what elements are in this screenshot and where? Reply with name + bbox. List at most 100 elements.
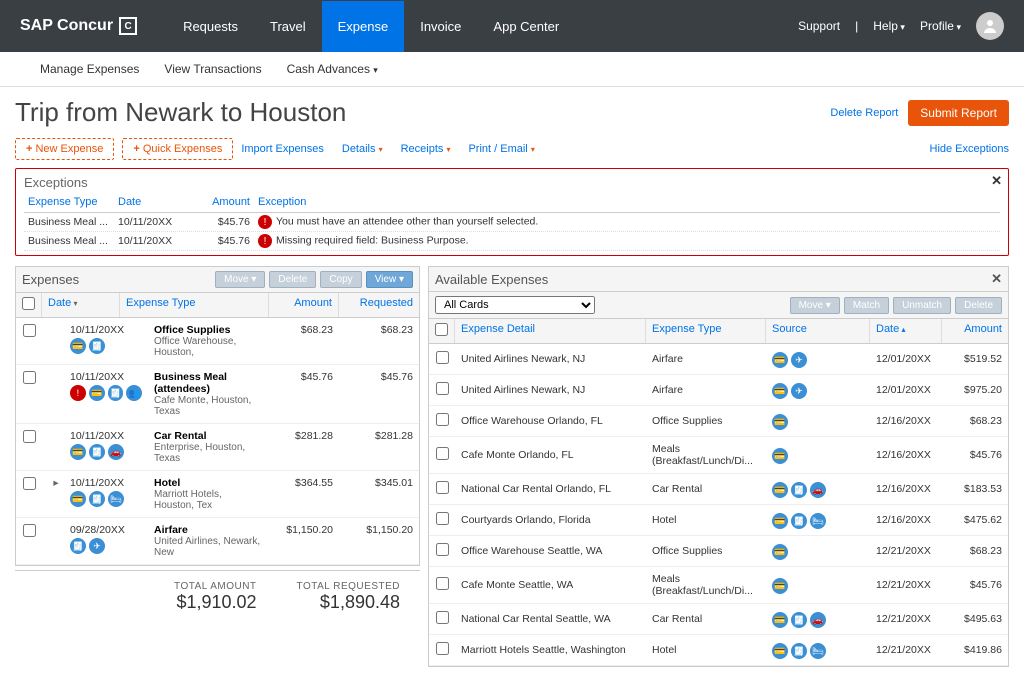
card-icon: 💳 xyxy=(70,338,86,354)
hide-exceptions-link[interactable]: Hide Exceptions xyxy=(930,143,1010,155)
header-expense-type[interactable]: Expense Type xyxy=(120,293,269,317)
header-source[interactable]: Source xyxy=(766,319,870,343)
bed-icon: 🛏 xyxy=(810,513,826,529)
header-amount[interactable]: Amount xyxy=(942,319,1008,343)
available-row[interactable]: National Car Rental Seattle, WA Car Rent… xyxy=(429,604,1008,635)
header-date[interactable]: Date xyxy=(876,323,899,335)
available-row[interactable]: Office Warehouse Seattle, WA Office Supp… xyxy=(429,536,1008,567)
available-row[interactable]: Cafe Monte Seattle, WA Meals (Breakfast/… xyxy=(429,567,1008,604)
header-requested[interactable]: Requested xyxy=(339,293,419,317)
submit-report-button[interactable]: Submit Report xyxy=(908,100,1009,126)
available-title: Available Expenses xyxy=(435,272,548,287)
row-checkbox[interactable] xyxy=(436,512,449,525)
toolbar-import-expenses[interactable]: Import Expenses xyxy=(241,143,324,155)
sub-nav: Manage Expenses View Transactions Cash Adv… xyxy=(0,52,1024,87)
total-requested-label: TOTAL REQUESTED xyxy=(297,581,400,592)
copy-button[interactable]: Copy xyxy=(320,271,361,288)
avatar-icon[interactable] xyxy=(976,12,1004,40)
nav-expense[interactable]: Expense xyxy=(322,1,405,52)
available-row[interactable]: Marriott Hotels Seattle, Washington Hote… xyxy=(429,635,1008,666)
header-expense-type[interactable]: Expense Type xyxy=(646,319,766,343)
delete-button[interactable]: Delete xyxy=(269,271,316,288)
row-checkbox[interactable] xyxy=(23,477,36,490)
nav-travel[interactable]: Travel xyxy=(254,1,322,52)
people-icon: 👥 xyxy=(126,385,142,401)
move-button[interactable]: Move ▾ xyxy=(215,271,265,288)
expense-row[interactable]: 09/28/20XX🧾✈ AirfareUnited Airlines, New… xyxy=(16,518,419,565)
expense-row[interactable]: ▸ 10/11/20XX💳🧾🛏 HotelMarriott Hotels, Ho… xyxy=(16,471,419,518)
col-amount[interactable]: Amount xyxy=(194,194,254,210)
row-checkbox[interactable] xyxy=(23,524,36,537)
new-expense-button[interactable]: + New Expense xyxy=(15,138,114,160)
expense-row[interactable]: 10/11/20XX!💳🧾👥 Business Meal (attendees)… xyxy=(16,365,419,424)
nav-app-center[interactable]: App Center xyxy=(477,1,575,52)
view-button[interactable]: View ▾ xyxy=(366,271,413,288)
subnav-manage-expenses[interactable]: Manage Expenses xyxy=(40,62,139,76)
receipt-icon: 🧾 xyxy=(89,491,105,507)
receipt-icon: 🧾 xyxy=(108,385,124,401)
select-all-checkbox[interactable] xyxy=(22,297,35,310)
card-icon: 💳 xyxy=(772,448,788,464)
receipt-icon: 🧾 xyxy=(791,513,807,529)
avail-match-button[interactable]: Match xyxy=(844,297,889,314)
header-detail[interactable]: Expense Detail xyxy=(455,319,646,343)
close-icon[interactable]: ✕ xyxy=(991,271,1002,287)
expense-row[interactable]: 10/11/20XX💳🧾🚗 Car RentalEnterprise, Hous… xyxy=(16,424,419,471)
toolbar-details[interactable]: Details ▾ xyxy=(342,143,383,155)
available-row[interactable]: Cafe Monte Orlando, FL Meals (Breakfast/… xyxy=(429,437,1008,474)
header-amount[interactable]: Amount xyxy=(269,293,339,317)
receipt-icon: 🧾 xyxy=(791,643,807,659)
row-checkbox[interactable] xyxy=(23,324,36,337)
available-header: Available Expenses ✕ xyxy=(428,266,1009,292)
row-checkbox[interactable] xyxy=(436,481,449,494)
top-right: Support | Help Profile xyxy=(798,12,1004,40)
row-checkbox[interactable] xyxy=(436,642,449,655)
expand-icon[interactable]: ▸ xyxy=(53,477,58,489)
nav-requests[interactable]: Requests xyxy=(167,1,254,52)
available-row[interactable]: Office Warehouse Orlando, FL Office Supp… xyxy=(429,406,1008,437)
card-filter-select[interactable]: All Cards xyxy=(435,296,595,314)
row-checkbox[interactable] xyxy=(436,351,449,364)
close-icon[interactable]: ✕ xyxy=(991,173,1002,189)
exception-row: Business Meal ...10/11/20XX$45.76!Missin… xyxy=(24,232,1000,251)
nav-invoice[interactable]: Invoice xyxy=(404,1,477,52)
exceptions-title: Exceptions xyxy=(24,175,1000,190)
row-checkbox[interactable] xyxy=(436,577,449,590)
available-row[interactable]: United Airlines Newark, NJ Airfare 💳✈ 12… xyxy=(429,344,1008,375)
profile-link[interactable]: Profile xyxy=(920,19,961,33)
support-link[interactable]: Support xyxy=(798,19,840,33)
available-grid-header: Expense Detail Expense Type Source Date … xyxy=(429,319,1008,344)
col-date[interactable]: Date xyxy=(114,194,194,210)
subnav-view-transactions[interactable]: View Transactions xyxy=(164,62,261,76)
expense-row[interactable]: 10/11/20XX💳🧾 Office SuppliesOffice Wareh… xyxy=(16,318,419,365)
avail-unmatch-button[interactable]: Unmatch xyxy=(893,297,951,314)
delete-report-link[interactable]: Delete Report xyxy=(830,107,898,119)
toolbar-receipts[interactable]: Receipts ▾ xyxy=(401,143,451,155)
row-checkbox[interactable] xyxy=(23,371,36,384)
available-expenses-section: Available Expenses ✕ All Cards Move ▾ Ma… xyxy=(428,266,1009,667)
row-checkbox[interactable] xyxy=(436,413,449,426)
toolbar-links: Import Expenses Details ▾ Receipts ▾ Print … xyxy=(241,143,535,155)
row-checkbox[interactable] xyxy=(436,543,449,556)
select-all-checkbox[interactable] xyxy=(435,323,448,336)
col-exception[interactable]: Exception xyxy=(254,194,1000,210)
available-row[interactable]: United Airlines Newark, NJ Airfare 💳✈ 12… xyxy=(429,375,1008,406)
subnav-cash-advances[interactable]: Cash Advances xyxy=(287,62,378,76)
brand-icon: C xyxy=(119,17,137,35)
help-link[interactable]: Help xyxy=(873,19,905,33)
quick-expenses-button[interactable]: + Quick Expenses xyxy=(122,138,233,160)
header-date[interactable]: Date xyxy=(48,297,71,309)
avail-delete-button[interactable]: Delete xyxy=(955,297,1002,314)
row-checkbox[interactable] xyxy=(436,382,449,395)
col-expense-type[interactable]: Expense Type xyxy=(24,194,114,210)
row-checkbox[interactable] xyxy=(23,430,36,443)
available-row[interactable]: Courtyards Orlando, Florida Hotel 💳🧾🛏 12… xyxy=(429,505,1008,536)
toolbar-print---email[interactable]: Print / Email ▾ xyxy=(468,143,534,155)
avail-move-button[interactable]: Move ▾ xyxy=(790,297,840,314)
available-row[interactable]: National Car Rental Orlando, FL Car Rent… xyxy=(429,474,1008,505)
receipt-icon: 🧾 xyxy=(791,612,807,628)
row-checkbox[interactable] xyxy=(436,611,449,624)
total-amount-label: TOTAL AMOUNT xyxy=(174,581,257,592)
row-checkbox[interactable] xyxy=(436,447,449,460)
card-icon: 💳 xyxy=(772,383,788,399)
